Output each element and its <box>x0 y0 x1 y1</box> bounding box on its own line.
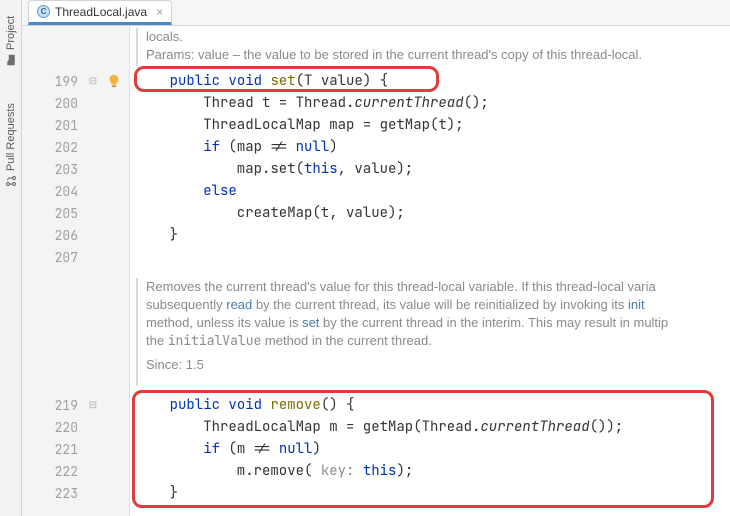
line-number: 205 <box>22 205 84 222</box>
editor-tabbar: C ThreadLocal.java × <box>22 0 730 26</box>
fold-toggle[interactable]: ⊟ <box>84 400 102 411</box>
javadoc-text: Removes the current thread's value for t… <box>146 279 656 294</box>
file-tab-label: ThreadLocal.java <box>55 5 147 19</box>
line-number: 202 <box>22 139 84 156</box>
line-number: 199 <box>22 73 84 90</box>
code-text: createMap(t, value); <box>136 204 405 222</box>
code-text: if (map != null) <box>136 138 338 156</box>
tool-window-strip: Project Pull Requests <box>0 0 22 516</box>
line-number: 206 <box>22 227 84 244</box>
line-number: 222 <box>22 463 84 480</box>
code-text: ThreadLocalMap map = getMap(t); <box>136 116 464 134</box>
pull-requests-tool-tab[interactable]: Pull Requests <box>0 90 22 200</box>
line-number: 207 <box>22 249 84 266</box>
line-number: 220 <box>22 419 84 436</box>
code-text: m.remove( key: this); <box>136 462 413 480</box>
git-pull-icon <box>5 175 17 187</box>
javadoc-block: Removes the current thread's value for t… <box>146 278 724 386</box>
line-number: 200 <box>22 95 84 112</box>
gutter[interactable]: 199 ⊟ 200 201 202 203 204 205 206 207 21… <box>22 26 130 516</box>
code-text: public void remove() { <box>136 396 354 414</box>
javadoc-params-text: value – the value to be stored in the cu… <box>194 47 642 62</box>
line-number: 219 <box>22 397 84 414</box>
javadoc-link-set[interactable]: set <box>302 315 319 330</box>
line-number: 201 <box>22 117 84 134</box>
code-text: Thread t = Thread.currentThread(); <box>136 94 489 112</box>
code-text: map.set(this, value); <box>136 160 413 178</box>
close-tab-icon[interactable]: × <box>156 5 163 19</box>
javadoc-text: locals. <box>146 28 724 46</box>
code-text: if (m != null) <box>136 440 321 458</box>
code-text: public void set(T value) { <box>136 72 388 90</box>
editor-pane: 199 ⊟ 200 201 202 203 204 205 206 207 21… <box>22 26 730 516</box>
code-text: } <box>136 226 178 244</box>
java-class-icon: C <box>37 5 50 18</box>
line-number: 203 <box>22 161 84 178</box>
javadoc-params-label: Params: <box>146 47 194 62</box>
code-text: } <box>136 484 178 502</box>
line-number: 204 <box>22 183 84 200</box>
code-text-area[interactable]: locals. Params: value – the value to be … <box>130 26 730 516</box>
code-text: ThreadLocalMap m = getMap(Thread.current… <box>136 418 623 436</box>
javadoc-link-read[interactable]: read <box>226 297 252 312</box>
line-number: 221 <box>22 441 84 458</box>
line-number: 223 <box>22 485 84 502</box>
pull-requests-tool-label: Pull Requests <box>5 103 17 171</box>
project-tool-tab[interactable]: Project <box>0 6 22 76</box>
code-text: else <box>136 182 237 200</box>
javadoc-code-ref: initialValue <box>168 332 262 349</box>
project-tool-label: Project <box>5 16 17 50</box>
javadoc-link-init[interactable]: init <box>628 297 645 312</box>
folder-icon <box>5 54 17 66</box>
intention-bulb-icon[interactable] <box>102 74 126 88</box>
javadoc-since: Since: 1.5 <box>146 356 724 374</box>
file-tab-threadlocal[interactable]: C ThreadLocal.java × <box>28 0 172 25</box>
fold-toggle[interactable]: ⊟ <box>84 76 102 87</box>
javadoc-block: locals. Params: value – the value to be … <box>146 28 724 66</box>
